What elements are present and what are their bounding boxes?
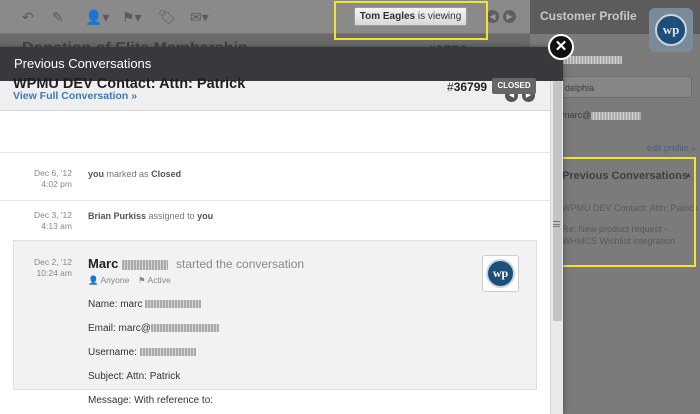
- conversation-number: #36799: [447, 80, 488, 94]
- message-date: Dec 2, '12 10:24 am: [33, 257, 72, 278]
- close-icon[interactable]: ✕: [548, 34, 574, 60]
- person-icon: 👤: [88, 275, 99, 285]
- flag-icon: ⚑: [138, 275, 146, 285]
- state-indicator[interactable]: ⚑ Active: [138, 275, 171, 286]
- customer-name-redacted: [562, 54, 622, 64]
- customer-logo: wp: [649, 8, 693, 52]
- message-username-line: Username:: [88, 347, 196, 358]
- highlight-box-viewing: [334, 1, 488, 40]
- highlight-box-sidebar: [542, 157, 696, 267]
- event-date: Dec 3, '12 4:13 am: [33, 210, 72, 231]
- event-description: you marked as Closed: [88, 169, 182, 179]
- flag-icon[interactable]: ⚑▾: [122, 8, 142, 26]
- status-badge: CLOSED: [492, 78, 536, 94]
- wp-logo-icon: wp: [486, 259, 515, 288]
- mail-icon[interactable]: ✉▾: [190, 8, 209, 26]
- sender-avatar: wp: [482, 255, 519, 292]
- wp-logo-icon: wp: [655, 14, 687, 46]
- visibility-indicator[interactable]: 👤 Anyone: [88, 275, 129, 286]
- message-name-line: Name: marc: [88, 299, 202, 310]
- message-sender: Marc: [88, 256, 168, 271]
- location-text: delphia: [565, 83, 595, 93]
- message-body-line: Message: With reference to:: [88, 395, 214, 406]
- message-subject-line: Subject: Attn: Patrick: [88, 371, 181, 382]
- edit-icon[interactable]: ✎: [52, 8, 64, 26]
- bg-next-icon[interactable]: ▶: [503, 10, 516, 23]
- user-icon[interactable]: 👤▾: [85, 8, 109, 26]
- message-email-line: Email: marc@: [88, 323, 219, 334]
- edit-profile-link[interactable]: edit profile »: [647, 143, 696, 153]
- customer-email[interactable]: marc@: [562, 110, 642, 120]
- event-description: Brian Purkiss assigned to you: [88, 211, 214, 221]
- event-item: Dec 3, '12 4:13 am Brian Purkiss assigned…: [0, 200, 550, 240]
- undo-icon[interactable]: ↶: [22, 8, 34, 26]
- tag-icon[interactable]: 🏷: [158, 8, 176, 26]
- previous-conversations-modal: Previous Conversations View Full Convers…: [0, 47, 563, 414]
- event-item: Dec 6, '12 4:02 pm you marked as Closed: [0, 152, 550, 200]
- conversation-title: WPMU DEV Contact: Attn: Patrick: [13, 76, 246, 92]
- message-action: started the conversation: [176, 257, 305, 271]
- event-date: Dec 6, '12 4:02 pm: [33, 168, 72, 189]
